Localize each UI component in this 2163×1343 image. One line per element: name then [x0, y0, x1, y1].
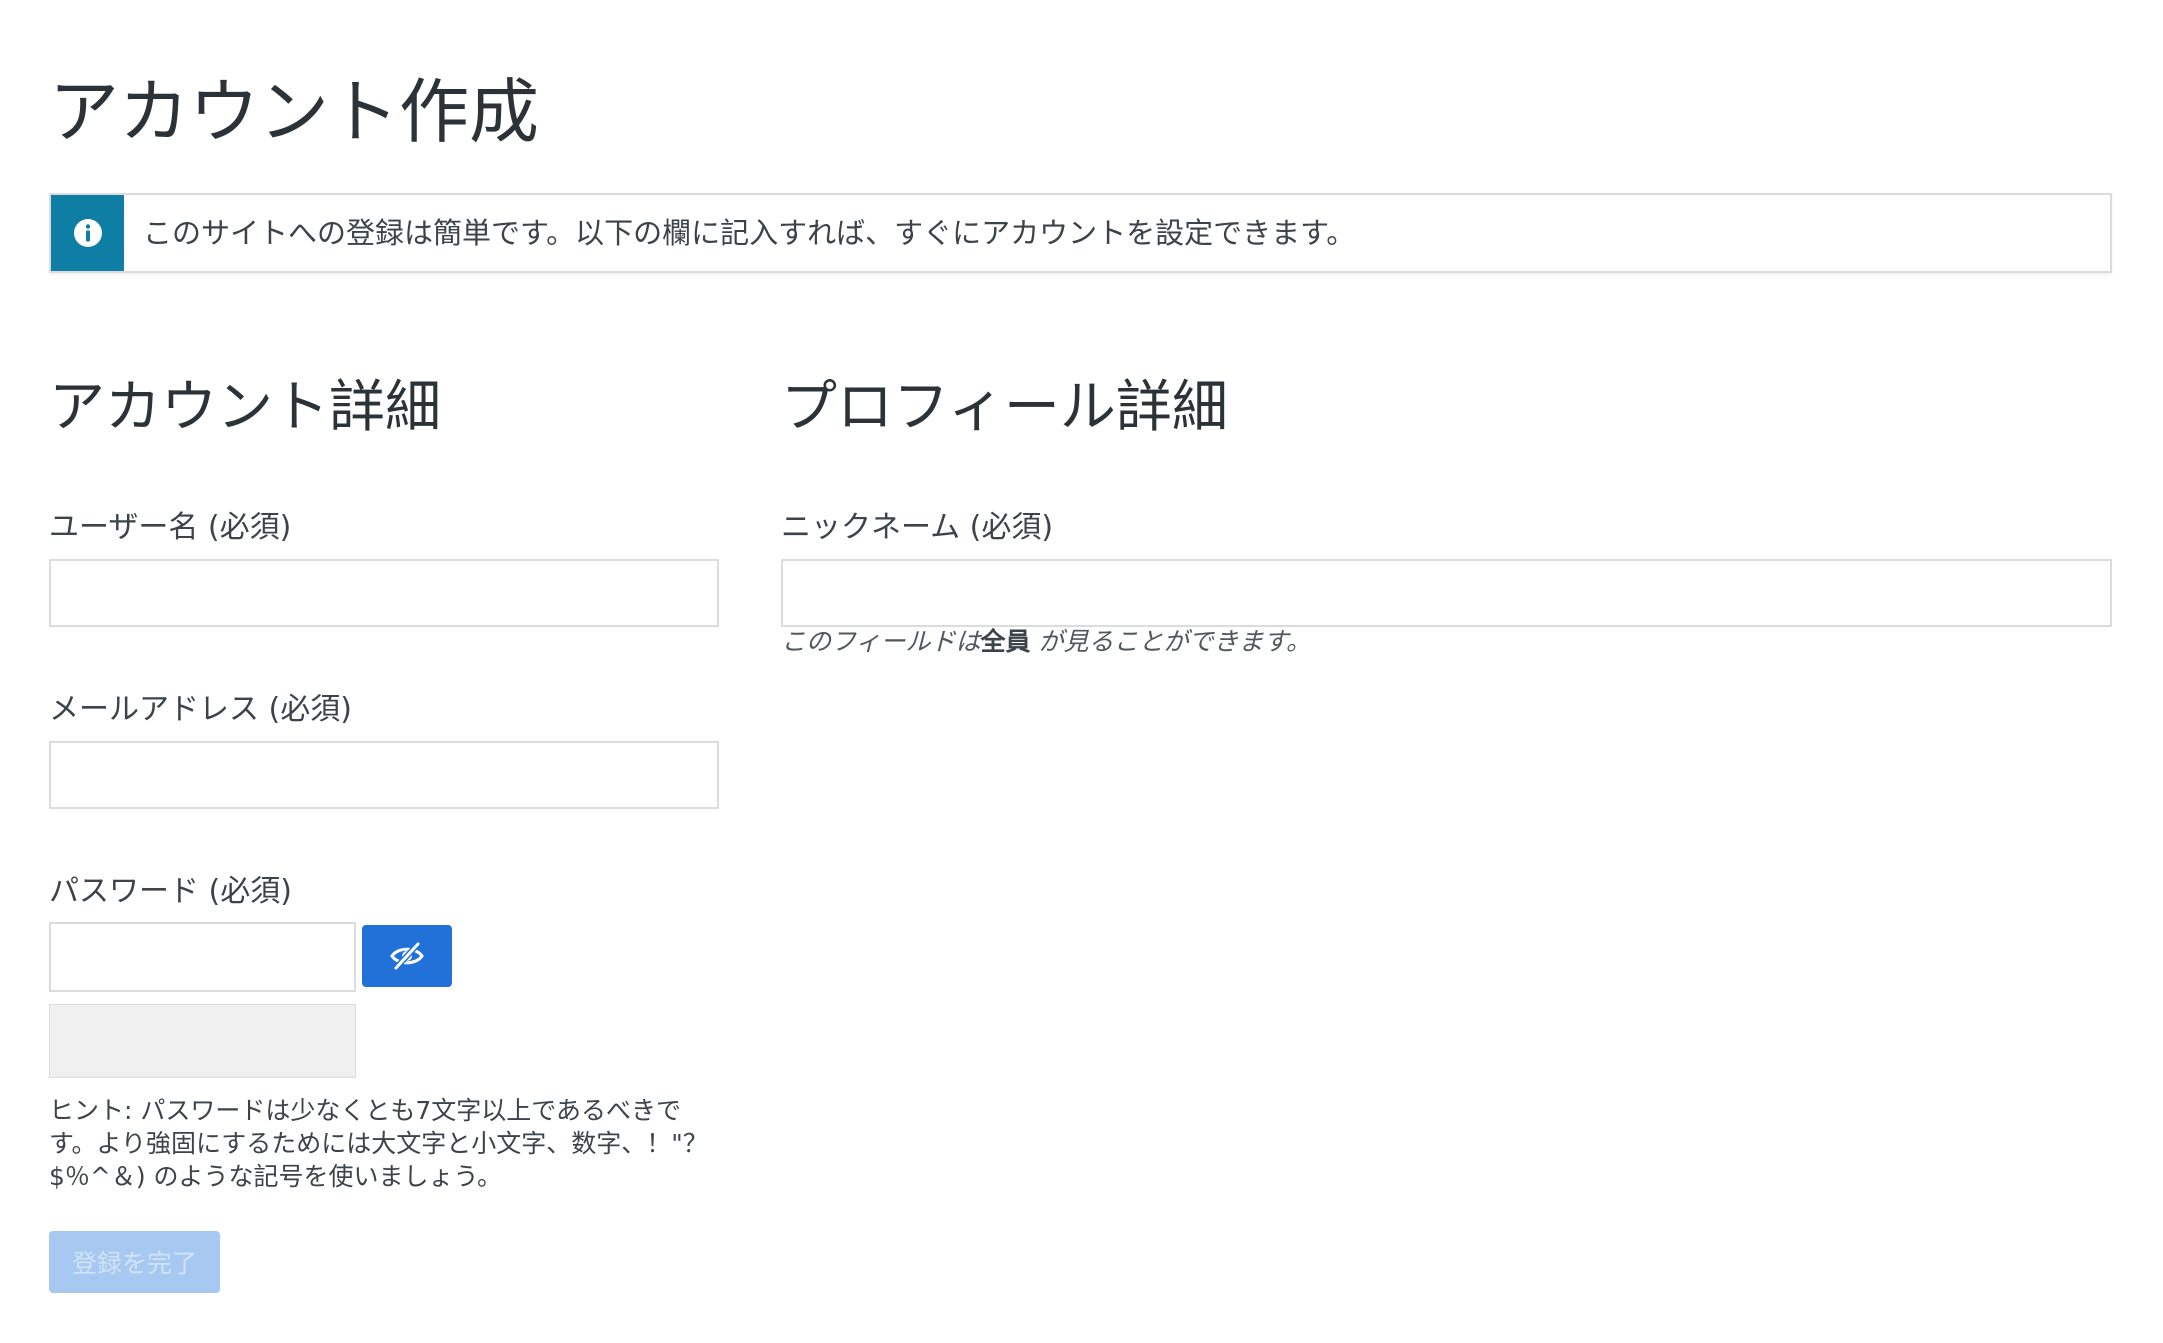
nickname-visibility-description: このフィールドは全員 が見ることができます。	[781, 625, 1311, 659]
toggle-password-visibility-button[interactable]	[362, 925, 452, 987]
nickname-input[interactable]	[781, 559, 2112, 627]
password-strength-meter	[49, 1004, 356, 1078]
username-input[interactable]	[49, 559, 719, 627]
complete-registration-button[interactable]: 登録を完了	[49, 1231, 220, 1293]
password-input[interactable]	[49, 922, 356, 992]
info-icon	[73, 219, 102, 247]
email-label: メールアドレス (必須)	[49, 692, 352, 727]
profile-details-heading: プロフィール詳細	[781, 375, 1228, 440]
account-details-heading: アカウント詳細	[49, 375, 441, 440]
password-hint-line: $％^＆) のような記号を使いましょう。	[49, 1162, 503, 1191]
notice-text: このサイトへの登録は簡単です。以下の欄に記入すれば、すぐにアカウントを設定できま…	[143, 216, 1356, 250]
visibility-level: 全員	[980, 627, 1031, 656]
password-hint: ヒント: パスワードは少なくとも7文字以上であるべきで す。より強固にするために…	[49, 1094, 739, 1193]
visibility-prefix: このフィールドは	[781, 627, 981, 656]
username-label: ユーザー名 (必須)	[49, 510, 292, 545]
notice-icon-box	[51, 195, 124, 271]
password-label: パスワード (必須)	[49, 874, 292, 909]
info-notice: このサイトへの登録は簡単です。以下の欄に記入すれば、すぐにアカウントを設定できま…	[49, 193, 2112, 273]
nickname-label: ニックネーム (必須)	[781, 510, 1054, 545]
password-hint-line: ヒント: パスワードは少なくとも7文字以上であるべきで	[49, 1096, 682, 1125]
page-title: アカウント作成	[49, 71, 539, 153]
eye-slash-icon	[390, 941, 424, 971]
password-hint-line: す。より強固にするためには大文字と小文字、数字、！"？	[49, 1129, 708, 1158]
email-input[interactable]	[49, 741, 719, 809]
visibility-suffix: が見ることができます。	[1038, 627, 1311, 656]
